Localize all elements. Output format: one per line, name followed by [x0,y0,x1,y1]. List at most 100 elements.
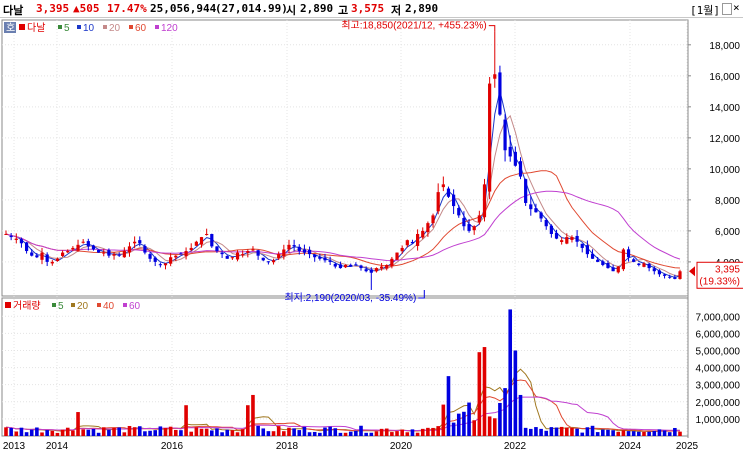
candle-body [524,179,528,203]
x-tick-label: 2024 [619,441,642,452]
candle-body [199,237,204,245]
candle-body [390,258,394,267]
volume-bar [673,427,677,436]
volume-bar [523,427,528,436]
volume-tick-label: 3,000,000 [696,381,741,392]
candle-body [292,245,296,247]
volume-bar [302,426,307,436]
candle-body [102,252,106,254]
volume-bar [194,427,199,436]
candle-body [343,264,348,268]
volume-bar [210,430,214,436]
volume-bar [482,347,487,436]
volume-tick-label: 7,000,000 [696,312,741,323]
last-price-marker [689,266,695,277]
volume-bar [343,432,348,436]
volume-bar [148,430,152,436]
stock-chart: 4,0006,0008,00010,00012,00014,00016,0001… [1,19,743,452]
candle-body [616,266,620,273]
volume-bar [575,428,579,436]
candle-body [333,263,337,267]
candle-body [647,263,651,269]
volume-bar [137,426,142,436]
volume-bar [297,430,302,436]
volume-legend-item: 40 [103,301,115,312]
volume-bar [369,432,374,436]
volume-bar [467,402,471,436]
volume-bar [40,432,44,436]
volume-bar [518,394,523,436]
volume-bar [472,420,476,436]
candle-body [19,239,24,244]
volume-bar [539,428,543,436]
candle-body [66,251,70,253]
candle-body [472,226,476,231]
candle-body [590,253,595,259]
volume-legend-dot [52,303,56,307]
candle-body [596,259,600,262]
candle-body [107,250,111,256]
price-panel [1,19,689,297]
volume-bar [631,431,636,436]
candle-body [241,254,245,256]
candle-body [174,255,178,258]
volume-bar [179,430,183,436]
volume-bar [230,430,235,436]
candle-body [91,245,96,250]
volume-bar [570,427,574,436]
candle-body [570,237,574,240]
candle-body [385,264,389,269]
volume-bar [410,429,415,436]
volume-tick-label: 4,000,000 [696,364,741,375]
volume-legend-dot [123,303,127,307]
candle-body [225,256,229,259]
candle-body [40,252,44,260]
candle-body [498,72,502,115]
candle-body [457,208,461,216]
candle-body [50,261,54,264]
volume-bar [374,431,379,436]
volume-bar [246,405,250,436]
volume-bar [50,430,55,436]
candle-body [554,232,559,239]
volume-bar [261,428,266,436]
volume-tick-label: 2,000,000 [696,398,741,409]
volume-bar [240,429,245,436]
volume-bar [45,430,49,436]
volume-bar [328,426,332,436]
volume-bar [662,430,667,436]
volume-bar [143,431,147,436]
candle-body [462,218,466,227]
volume-bar [91,428,96,436]
volume-bar [24,432,29,436]
volume-bar [220,432,224,436]
x-tick-label: 2016 [161,441,184,452]
candle-body [369,269,373,273]
candle-body [235,252,240,260]
volume-bar [81,429,85,436]
candle-body [55,258,60,261]
candle-body [60,252,65,257]
volume-bar [477,352,482,436]
price-legend-item: 10 [83,23,95,34]
candle-body [277,254,281,259]
candle-body [565,237,569,244]
volume-bar [498,402,502,436]
candle-body [148,254,152,259]
volume-bar [544,430,549,436]
candle-body [642,263,646,267]
candle-body [45,254,49,262]
volume-bar [405,432,410,436]
volume-bar [312,431,317,436]
volume-bar [379,428,384,436]
volume-bar [657,429,662,436]
volume-bar [168,426,173,436]
candle-body [477,215,481,223]
volume-bar [35,427,39,436]
candle-body [71,247,75,250]
volume-bar [595,432,600,436]
volume-bar [420,428,425,436]
volume-bar [364,432,368,436]
volume-bar [559,426,564,436]
volume-bar [426,427,430,436]
